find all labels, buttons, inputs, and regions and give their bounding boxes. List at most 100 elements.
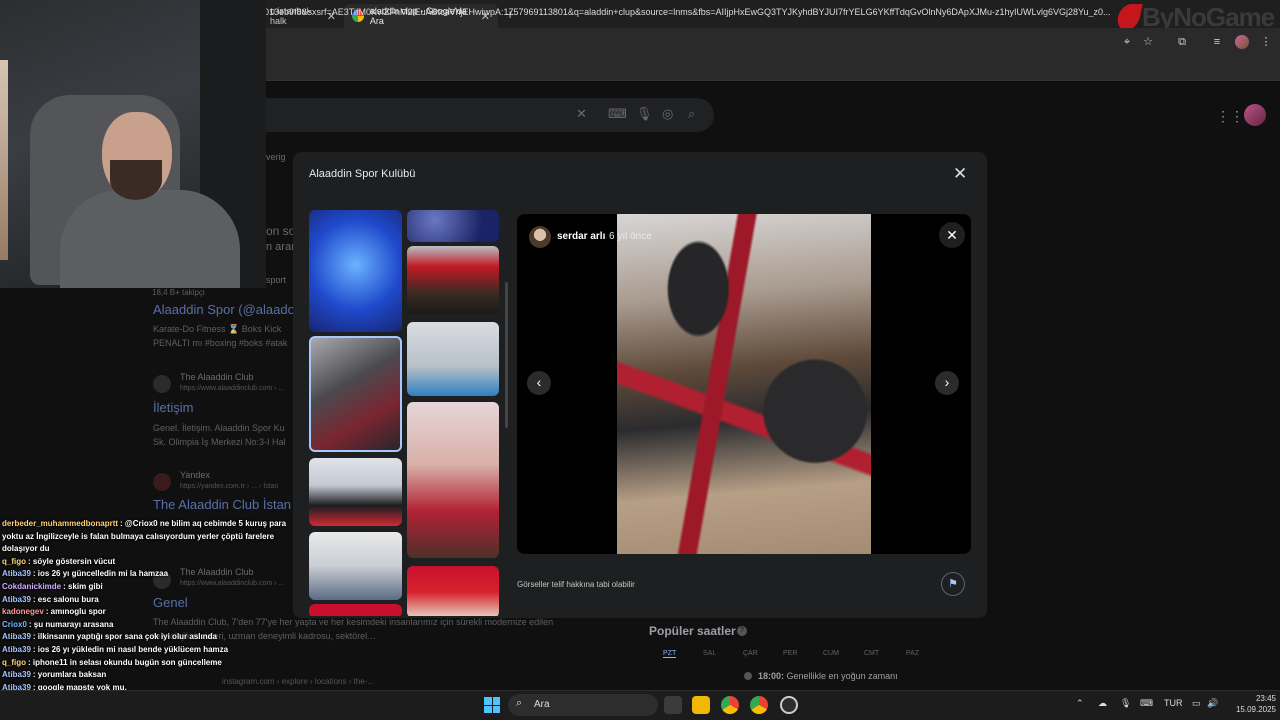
clear-icon[interactable]: ✕ (576, 106, 587, 122)
keyboard-icon[interactable]: ⌨ (608, 106, 627, 122)
windows-start-icon[interactable] (484, 697, 500, 713)
thumbnail-image-selected[interactable] (309, 336, 402, 452)
chat-message: Atiba39: ios 26 yı yükledin mi nasıl ben… (2, 644, 292, 657)
clock-time: 23:45 (1255, 694, 1276, 703)
chat-username[interactable]: Criox0 (2, 620, 27, 629)
thumbnail-image[interactable] (407, 210, 499, 242)
result-snippet: Genel. İletişim. Alaaddin Spor Ku Sk. Ol… (153, 423, 286, 447)
day-tab[interactable]: CUM (823, 650, 839, 657)
profile-avatar[interactable] (1244, 104, 1266, 126)
task-view-icon[interactable] (664, 696, 682, 714)
chrome-icon[interactable] (750, 696, 768, 714)
media-icon[interactable]: ≡ (1210, 35, 1224, 49)
chrome-icon[interactable] (721, 696, 739, 714)
result-site-name: The Alaaddin Club (180, 372, 254, 382)
thumbnail-image[interactable] (407, 402, 499, 558)
day-tab[interactable]: CMT (864, 650, 879, 657)
search-icon: ⌕ (516, 697, 523, 709)
chat-username[interactable]: Atiba39 (2, 569, 31, 578)
mic-icon[interactable]: 🎙 (636, 106, 653, 122)
close-viewer-icon[interactable]: ✕ (939, 222, 965, 248)
chevron-left-icon[interactable]: ‹ (527, 371, 551, 395)
clock[interactable]: 23:45 15.09.2025 (1226, 693, 1276, 715)
snippet-fragment: sport (266, 275, 287, 285)
day-tab[interactable]: ÇAR (743, 650, 758, 657)
chat-username[interactable]: kadonegev (2, 607, 44, 616)
chat-message: q_figo: söyle göstersin vücut (2, 556, 292, 569)
taskbar-search[interactable]: Ara (508, 694, 658, 716)
image-gallery-modal: Alaaddin Spor Kulübü ✕ serdar arlı 6 yıl… (293, 152, 987, 618)
light-strip (0, 60, 8, 260)
chat-message: derbeder_muhammedbonaprtt: @Criox0 ne bi… (2, 518, 292, 556)
snippet-fragment: on so (266, 224, 296, 238)
thumbnail-image[interactable] (407, 322, 499, 396)
stream-chat: derbeder_muhammedbonaprtt: @Criox0 ne bi… (2, 518, 292, 694)
cloud-icon[interactable]: ☁ (1098, 698, 1107, 709)
poster-name[interactable]: serdar arlı (557, 231, 605, 242)
bookmark-star-icon[interactable]: ☆ (1141, 35, 1155, 49)
clock-date: 15.09.2025 (1235, 705, 1276, 714)
location-icon[interactable]: ⌖ (1120, 35, 1134, 49)
busy-dot-icon (744, 672, 752, 680)
thumbnail-image[interactable] (407, 246, 499, 314)
language-indicator[interactable]: TUR (1164, 698, 1183, 708)
search-icon[interactable]: ⌕ (688, 106, 695, 122)
profile-icon[interactable] (1235, 35, 1249, 49)
thumbnail-image[interactable] (309, 458, 402, 526)
result-link-iletisim[interactable]: İletişim (153, 400, 193, 415)
chat-message: Atiba39: ilkinsanın yaptığı spor sana ço… (2, 631, 292, 644)
camera-icon[interactable]: ◎ (662, 106, 673, 122)
file-explorer-icon[interactable] (692, 696, 710, 714)
chat-message: Atiba39: yorumlara baksan (2, 669, 292, 682)
chat-text: : söyle göstersin vücut (28, 556, 116, 566)
day-tab[interactable]: PER (783, 650, 797, 657)
thumbnail-image[interactable] (309, 210, 402, 332)
chat-username[interactable]: q_figo (2, 658, 26, 667)
chat-text: : ios 26 yı yükledin mi nasıl bende yükl… (32, 644, 229, 654)
followers-count: 18,4 B+ takipçi (152, 288, 205, 297)
result-link-instagram[interactable]: Alaaddin Spor (@alaado (153, 302, 295, 317)
streamer-body (60, 190, 240, 288)
webcam-overlay (0, 0, 266, 288)
popular-hour: 18:00: (758, 671, 785, 681)
chat-username[interactable]: Atiba39 (2, 595, 31, 604)
menu-icon[interactable]: ⋮ (1259, 35, 1273, 49)
tab-fragment[interactable]: verig (266, 152, 286, 162)
chat-username[interactable]: derbeder_muhammedbonaprtt (2, 519, 118, 528)
chat-text: : şu numarayı arasana (28, 619, 114, 629)
report-flag-icon[interactable]: ⚑ (941, 572, 965, 596)
popular-time: 18:00: Genellikle en yoğun zamanı (758, 671, 898, 681)
thumbnail-image[interactable] (407, 566, 499, 616)
chat-username[interactable]: Atiba39 (2, 632, 31, 641)
display-icon[interactable]: ▭ (1192, 698, 1201, 709)
day-tab[interactable]: PAZ (906, 650, 919, 657)
chat-username[interactable]: Atiba39 (2, 645, 31, 654)
chat-username[interactable]: q_figo (2, 557, 26, 566)
thumbnail-image[interactable] (309, 604, 402, 616)
copyright-notice: Görseller telif hakkına tabi olabilir (517, 580, 635, 589)
info-icon[interactable]: ? (737, 626, 747, 636)
thumbnail-grid (307, 210, 507, 616)
chat-username[interactable]: Cokdanickimde (2, 582, 61, 591)
popular-times-title: Popüler saatler (649, 624, 736, 638)
mic-tray-icon[interactable]: 🎙 (1120, 698, 1131, 709)
day-tab[interactable]: SAL (703, 650, 716, 657)
keyboard-tray-icon[interactable]: ⌨ (1140, 698, 1153, 709)
chat-text: : yorumlara baksan (32, 670, 107, 680)
speaker-icon[interactable]: 🔊 (1207, 698, 1218, 709)
result-url: https://yandex.com.tr › ... › İstan (180, 483, 279, 490)
chat-text: : skim gibi (63, 581, 103, 591)
close-modal-button[interactable]: ✕ (953, 164, 967, 184)
tray-chevron-icon[interactable]: ⌃ (1076, 698, 1084, 709)
chat-username[interactable]: Atiba39 (2, 670, 31, 679)
day-tab[interactable]: PZT (663, 650, 677, 658)
obs-icon[interactable] (780, 696, 798, 714)
extensions-icon[interactable]: ⧉ (1175, 35, 1189, 49)
thumbnail-image[interactable] (309, 532, 402, 600)
url-field[interactable]: 013eb9f8&sxsrf=AE3TifM0KvIZFnM2iEuABtcaV… (264, 7, 1116, 17)
brand-mark-icon (1115, 4, 1143, 30)
chevron-right-icon[interactable]: › (935, 371, 959, 395)
chat-message: Cokdanickimde: skim gibi (2, 581, 292, 594)
result-link-yandex[interactable]: The Alaaddin Club İstan (153, 497, 291, 512)
thumbnail-scrollbar[interactable] (505, 282, 508, 428)
